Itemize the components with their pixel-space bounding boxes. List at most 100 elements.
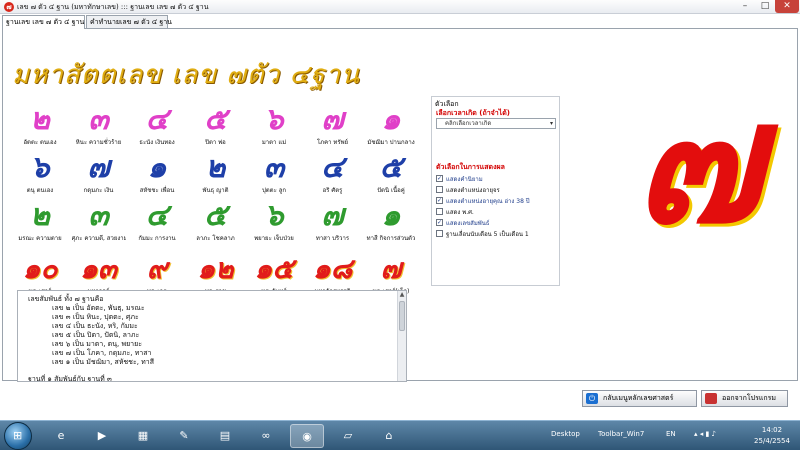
scroll-up-icon[interactable]: ▲ bbox=[398, 291, 406, 300]
clock-date: 25/4/2554 bbox=[754, 437, 790, 445]
number-cell: ๑สหัชชะ เพื่อน bbox=[130, 151, 184, 195]
list-line: เลข ๑ เป็น มัชฌิมา, สหัชชะ, ทาสี bbox=[52, 358, 154, 366]
option-show-your-age[interactable]: ✓ แสดงตำแหน่งอายุคุณ อ่าง 38 ปี bbox=[436, 196, 530, 205]
number-glyph: ๗ bbox=[321, 198, 344, 233]
title-bar: ๗ เลข ๗ ตัว ๔ ฐาน (มหาทักษาเลข) ::: ฐานเ… bbox=[0, 0, 800, 14]
option-show-transit-age[interactable]: แสดงตำแหน่งอายุจร bbox=[436, 185, 500, 194]
number-glyph: ๗ bbox=[380, 252, 402, 285]
taskbar-app-home-icon[interactable]: ⌂ bbox=[372, 424, 406, 448]
number-glyph: ๑๘ bbox=[312, 252, 353, 285]
number-caption: ทาสา บริวาร bbox=[315, 235, 350, 242]
number-glyph: ๓ bbox=[88, 198, 109, 233]
option-show-be-year[interactable]: แสดง พ.ศ. bbox=[436, 207, 474, 216]
number-glyph: ๑๒ bbox=[197, 252, 234, 285]
desktop-toolbar[interactable]: Desktop bbox=[551, 430, 580, 438]
number-cell: ๖มาตา แม่ bbox=[247, 103, 301, 147]
tab-prediction[interactable]: คำทำนายเลข ๗ ตัว ๔ ฐาน bbox=[86, 15, 172, 28]
display-options-label: ตัวเลือกในการแสดงผล bbox=[436, 163, 505, 171]
power-icon: ⏻ bbox=[586, 393, 598, 404]
option-shift-month[interactable]: ฐานเลื่อนนับเดือน 5 เป็นเดือน 1 bbox=[436, 229, 529, 238]
checkbox[interactable]: ✓ bbox=[436, 175, 443, 182]
chevron-down-icon[interactable]: ▾ bbox=[550, 119, 553, 128]
start-button[interactable]: ⊞ bbox=[4, 422, 32, 450]
number-cell: ๑มัชฌิมา ปานกลาง bbox=[364, 103, 418, 147]
toolbar-win7[interactable]: Toolbar_Win7 bbox=[598, 430, 644, 438]
taskbar-app-doc-icon[interactable]: ▤ bbox=[208, 424, 242, 448]
number-caption: ปิตา พ่อ bbox=[205, 139, 226, 146]
number-glyph: ๗ bbox=[321, 102, 344, 137]
number-glyph: ๑ bbox=[381, 102, 401, 137]
number-glyph: ๔ bbox=[321, 150, 344, 185]
number-caption: หินะ ความชั่วร้าย bbox=[75, 139, 122, 146]
checkbox[interactable] bbox=[436, 230, 443, 237]
taskbar-app-explorer-icon[interactable]: ▦ bbox=[126, 424, 160, 448]
minimize-button[interactable]: – bbox=[735, 0, 755, 13]
number-cell: ๗ทาสา บริวาร bbox=[306, 199, 360, 243]
exit-door-icon bbox=[705, 393, 717, 404]
number-glyph: ๕ bbox=[379, 150, 403, 185]
number-cell: ๖พยายะ เจ็บป่วย bbox=[247, 199, 301, 243]
number-glyph: ๕ bbox=[204, 198, 227, 233]
checkbox[interactable] bbox=[436, 186, 443, 193]
number-cell: ๔ธะนัง เงินทอง bbox=[130, 103, 184, 147]
number-glyph: ๒ bbox=[205, 150, 226, 185]
list-scrollbar[interactable]: ▲ bbox=[397, 291, 406, 381]
taskbar-app-media-icon[interactable]: ▶ bbox=[85, 424, 119, 448]
number-glyph: ๖ bbox=[264, 102, 284, 137]
page-title: มหาสัตตเลข เลข ๗ตัว ๔ฐาน bbox=[12, 60, 360, 90]
number-glyph: ๓ bbox=[263, 150, 285, 185]
number-caption: มัชฌิมา ปานกลาง bbox=[367, 139, 415, 146]
number-cell: ๕ปิตา พ่อ bbox=[189, 103, 243, 147]
number-cell: ๔กัมมะ การงาน bbox=[130, 199, 184, 243]
number-caption: มรณะ ความตาย bbox=[18, 235, 62, 242]
number-glyph: ๑๐ bbox=[22, 252, 58, 285]
taskbar-app-ie-icon[interactable]: e bbox=[44, 424, 78, 448]
number-cell: ๗โภคา ทรัพย์ bbox=[306, 103, 360, 147]
number-caption: พยายะ เจ็บป่วย bbox=[254, 235, 294, 242]
back-to-menu-button[interactable]: ⏻ กลับเมนูหลักเลขศาสตร์ bbox=[582, 390, 697, 407]
tray-icons[interactable]: ▴ ◂ ▮ ♪ bbox=[694, 430, 716, 438]
list-line: ฐานที่ ๑ สัมพันธ์กับ ฐานที่ ๓ bbox=[28, 375, 112, 382]
checkbox[interactable]: ✓ bbox=[436, 197, 443, 204]
birth-time-select[interactable]: คลิกเลือกเวลาเกิด ▾ bbox=[436, 118, 556, 129]
number-glyph: ๒ bbox=[30, 102, 50, 137]
tab-base-numbers[interactable]: ฐานเลข เลข ๗ ตัว ๔ ฐาน bbox=[2, 15, 85, 29]
option-show-relations[interactable]: ✓ แสดงเลขสัมพันธ์ bbox=[436, 218, 490, 227]
scroll-thumb[interactable] bbox=[399, 301, 405, 331]
number-glyph: ๔ bbox=[145, 198, 169, 233]
maximize-button[interactable]: □ bbox=[755, 0, 775, 13]
number-caption: อัตตะ ตนเอง bbox=[23, 139, 57, 146]
number-glyph: ๓ bbox=[88, 102, 109, 137]
exit-label: ออกจากโปรแกรม bbox=[722, 394, 777, 402]
number-caption: อริ ศัตรู bbox=[322, 187, 343, 194]
number-glyph: ๑ bbox=[147, 150, 167, 185]
number-glyph: ๖ bbox=[264, 198, 284, 233]
checkbox[interactable] bbox=[436, 208, 443, 215]
number-caption: กดุมภะ เงิน bbox=[83, 187, 114, 194]
relation-list[interactable]: เลขสัมพันธ์ ทั้ง ๗ ฐานคือ เลข ๒ เป็น อัต… bbox=[17, 290, 407, 382]
clock[interactable]: 14:02 25/4/2554 bbox=[752, 425, 792, 447]
big-number: ๗ bbox=[634, 62, 762, 262]
taskbar-app-tool-icon[interactable]: ▱ bbox=[331, 424, 365, 448]
number-glyph: ๑ bbox=[381, 198, 401, 233]
checkbox[interactable]: ✓ bbox=[436, 219, 443, 226]
number-cell: ๗กดุมภะ เงิน bbox=[72, 151, 126, 195]
back-to-menu-label: กลับเมนูหลักเลขศาสตร์ bbox=[603, 394, 674, 402]
exit-button[interactable]: ออกจากโปรแกรม bbox=[701, 390, 788, 407]
number-cell: ๕ปัตนิ เนื้อคู่ bbox=[364, 151, 418, 195]
number-cell: ๕ลาภะ โชคลาภ bbox=[189, 199, 243, 243]
taskbar-app-app-icon[interactable]: ◉ bbox=[290, 424, 324, 448]
taskbar-app-paint-icon[interactable]: ✎ bbox=[167, 424, 201, 448]
number-cell: ๖ตนุ ตนเอง bbox=[13, 151, 67, 195]
taskbar-app-network-icon[interactable]: ∞ bbox=[249, 424, 283, 448]
language-indicator[interactable]: EN bbox=[666, 430, 676, 438]
number-glyph: ๗ bbox=[87, 150, 110, 185]
windows-logo-icon: ⊞ bbox=[13, 429, 23, 442]
number-caption: โภคา ทรัพย์ bbox=[316, 139, 349, 146]
close-button[interactable]: ✕ bbox=[775, 0, 799, 13]
number-glyph: ๑๓ bbox=[80, 252, 117, 285]
app-icon: ๗ bbox=[4, 2, 14, 12]
number-glyph: ๖ bbox=[30, 150, 50, 185]
number-caption: กัมมะ การงาน bbox=[138, 235, 176, 242]
option-show-definition[interactable]: ✓ แสดงคำนิยาม bbox=[436, 174, 483, 183]
